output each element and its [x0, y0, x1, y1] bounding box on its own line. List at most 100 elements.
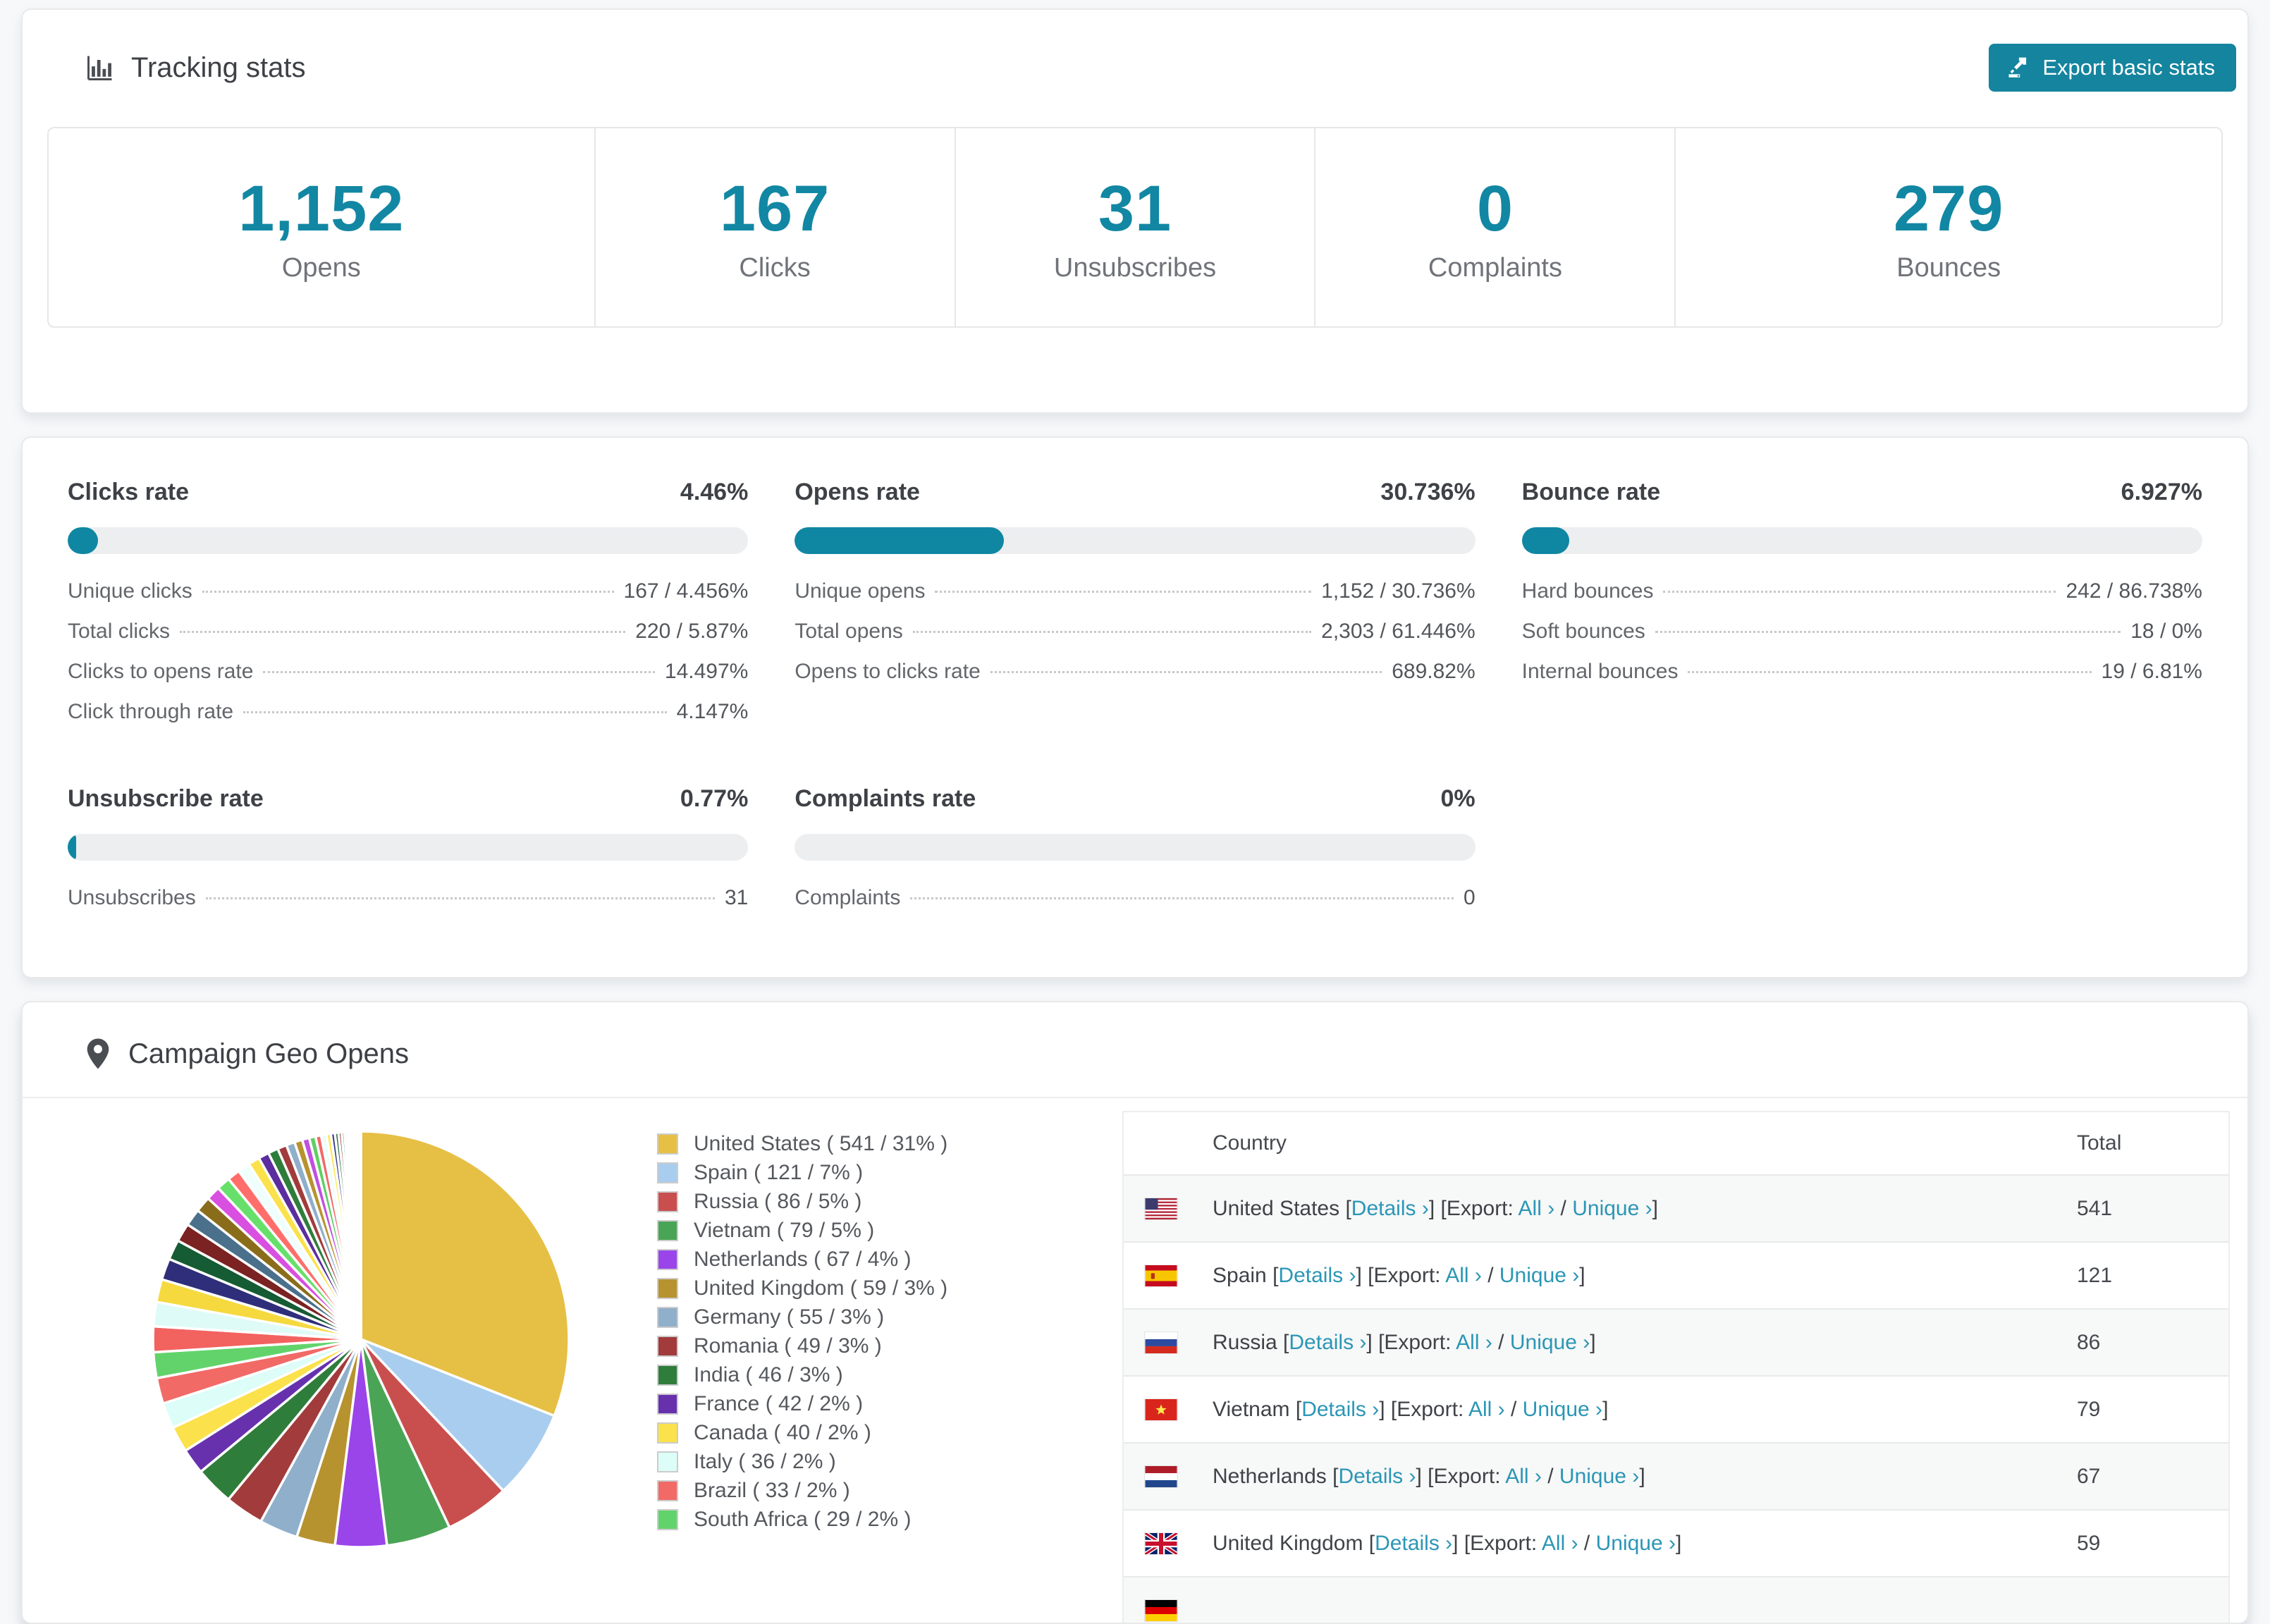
- metric-label: Total opens: [795, 620, 903, 643]
- flag-gb-icon: [1145, 1532, 1177, 1554]
- total-column-header: Total: [2077, 1131, 2122, 1155]
- country-cell: Spain [Details ›] [Export: All › / Uniqu…: [1213, 1263, 1585, 1287]
- export-all-link[interactable]: All ›: [1542, 1532, 1578, 1555]
- export-unique-link[interactable]: Unique ›: [1510, 1331, 1590, 1354]
- legend-swatch: [657, 1335, 678, 1357]
- dotted-leader: [910, 897, 1454, 899]
- table-row: Netherlands [Details ›] [Export: All › /…: [1124, 1442, 2228, 1509]
- metric-label: Opens to clicks rate: [795, 660, 981, 683]
- metric-value: 0: [1463, 886, 1476, 909]
- country-cell: United Kingdom [Details ›] [Export: All …: [1213, 1531, 1682, 1555]
- export-all-link[interactable]: All ›: [1456, 1331, 1492, 1354]
- details-link[interactable]: Details ›: [1278, 1264, 1356, 1287]
- metric-row: Internal bounces 19 / 6.81%: [1522, 660, 2202, 700]
- summary-stats-row: 1,152 Opens 167 Clicks 31 Unsubscribes 0…: [47, 127, 2223, 328]
- clicks-rate-title: Clicks rate: [68, 479, 189, 505]
- country-column-header: Country: [1213, 1131, 1287, 1155]
- metric-value: 242 / 86.738%: [2066, 579, 2202, 603]
- metric-row: Opens to clicks rate 689.82%: [795, 660, 1475, 700]
- stat-label: Complaints: [1428, 252, 1562, 283]
- details-link[interactable]: Details ›: [1301, 1398, 1379, 1421]
- clicks-rate-percent: 4.46%: [680, 479, 749, 505]
- flag-vn-icon: [1145, 1398, 1177, 1420]
- total-cell: 67: [2077, 1464, 2101, 1488]
- dotted-leader: [1655, 631, 2121, 633]
- export-unique-link[interactable]: Unique ›: [1523, 1398, 1602, 1421]
- dotted-leader: [1663, 591, 2056, 593]
- legend-item: Spain ( 121 / 7% ): [657, 1158, 1122, 1187]
- legend-swatch: [657, 1422, 678, 1444]
- export-unique-link[interactable]: Unique ›: [1572, 1197, 1652, 1220]
- export-unique-link[interactable]: Unique ›: [1559, 1465, 1639, 1488]
- legend-label: Germany ( 55 / 3% ): [694, 1305, 885, 1329]
- legend-item: Romania ( 49 / 3% ): [657, 1331, 1122, 1360]
- legend-swatch: [657, 1393, 678, 1415]
- clicks-rate-bar: [68, 527, 749, 554]
- legend-item: Russia ( 86 / 5% ): [657, 1187, 1122, 1216]
- stat-label: Unsubscribes: [1053, 252, 1217, 283]
- export-all-link[interactable]: All ›: [1468, 1398, 1505, 1421]
- legend-item: France ( 42 / 2% ): [657, 1389, 1122, 1418]
- dotted-leader: [180, 631, 626, 633]
- details-link[interactable]: Details ›: [1289, 1331, 1366, 1354]
- dotted-leader: [1688, 671, 2092, 673]
- metric-row: Soft bounces 18 / 0%: [1522, 620, 2202, 660]
- metric-value: 2,303 / 61.446%: [1321, 620, 1476, 643]
- export-basic-stats-button[interactable]: Export basic stats: [1989, 44, 2236, 92]
- legend-label: United Kingdom ( 59 / 3% ): [694, 1276, 948, 1300]
- unsubscribe-rate-title: Unsubscribe rate: [68, 785, 264, 812]
- details-link[interactable]: Details ›: [1351, 1197, 1429, 1220]
- flag-nl-icon: [1145, 1465, 1177, 1487]
- page-title: Tracking stats: [85, 52, 305, 84]
- metric-value: 18 / 0%: [2130, 620, 2202, 643]
- flag-es-icon: [1145, 1265, 1177, 1286]
- stat-unsubscribes: 31 Unsubscribes: [954, 128, 1315, 326]
- metric-row: Hard bounces 242 / 86.738%: [1522, 579, 2202, 620]
- map-pin-icon: [87, 1038, 109, 1069]
- details-link[interactable]: Details ›: [1338, 1465, 1416, 1488]
- legend-swatch: [657, 1191, 678, 1212]
- legend-item: Brazil ( 33 / 2% ): [657, 1476, 1122, 1505]
- metric-label: Hard bounces: [1521, 579, 1654, 603]
- legend-swatch: [657, 1248, 678, 1270]
- stat-bounces: 279 Bounces: [1674, 128, 2221, 326]
- country-cell: Russia [Details ›] [Export: All › / Uniq…: [1213, 1330, 1596, 1354]
- metric-label: Complaints: [795, 886, 901, 909]
- metric-row: Total opens 2,303 / 61.446%: [795, 620, 1475, 660]
- export-all-link[interactable]: All ›: [1519, 1197, 1555, 1220]
- dotted-leader: [202, 591, 614, 593]
- complaints-rate-section: Complaints rate 0% Complaints 0: [795, 785, 1476, 926]
- dotted-leader: [912, 631, 1312, 633]
- stat-complaints: 0 Complaints: [1314, 128, 1674, 326]
- metric-value: 4.147%: [676, 700, 749, 723]
- country-cell: Netherlands [Details ›] [Export: All › /…: [1213, 1464, 1645, 1488]
- export-icon: [2008, 57, 2027, 78]
- legend-swatch: [657, 1306, 678, 1328]
- metric-row: Unique clicks 167 / 4.456%: [68, 579, 748, 620]
- metric-value: 31: [724, 886, 749, 909]
- bounce-rate-section: Bounce rate 6.927% Hard bounces 242 / 86…: [1521, 479, 2202, 740]
- stat-label: Clicks: [739, 252, 811, 283]
- opens-rate-bar: [795, 527, 1476, 554]
- legend-label: Brazil ( 33 / 2% ): [694, 1478, 850, 1502]
- export-all-link[interactable]: All ›: [1505, 1465, 1542, 1488]
- page-title-text: Tracking stats: [131, 51, 306, 83]
- campaign-geo-opens-card: Campaign Geo Opens United States ( 541 /…: [21, 1001, 2249, 1624]
- total-cell: 121: [2077, 1263, 2113, 1287]
- export-unique-link[interactable]: Unique ›: [1499, 1264, 1579, 1287]
- page: Tracking stats Export basic stats 1,152 …: [0, 0, 2270, 1624]
- details-link[interactable]: Details ›: [1375, 1532, 1452, 1555]
- total-cell: 59: [2077, 1531, 2101, 1555]
- geo-table: Country Total United States [Details ›] …: [1122, 1111, 2230, 1623]
- tracking-stats-card: Tracking stats Export basic stats 1,152 …: [21, 8, 2249, 414]
- metric-row: Complaints 0: [795, 886, 1475, 926]
- legend-item: India ( 46 / 3% ): [657, 1360, 1122, 1389]
- export-all-link[interactable]: All ›: [1445, 1264, 1482, 1287]
- export-unique-link[interactable]: Unique ›: [1596, 1532, 1676, 1555]
- progress-fill: [795, 527, 1005, 554]
- legend-item: Vietnam ( 79 / 5% ): [657, 1216, 1122, 1245]
- legend-item: Canada ( 40 / 2% ): [657, 1418, 1122, 1447]
- legend-swatch: [657, 1133, 678, 1155]
- legend-swatch: [657, 1508, 678, 1530]
- legend-item: Netherlands ( 67 / 4% ): [657, 1245, 1122, 1274]
